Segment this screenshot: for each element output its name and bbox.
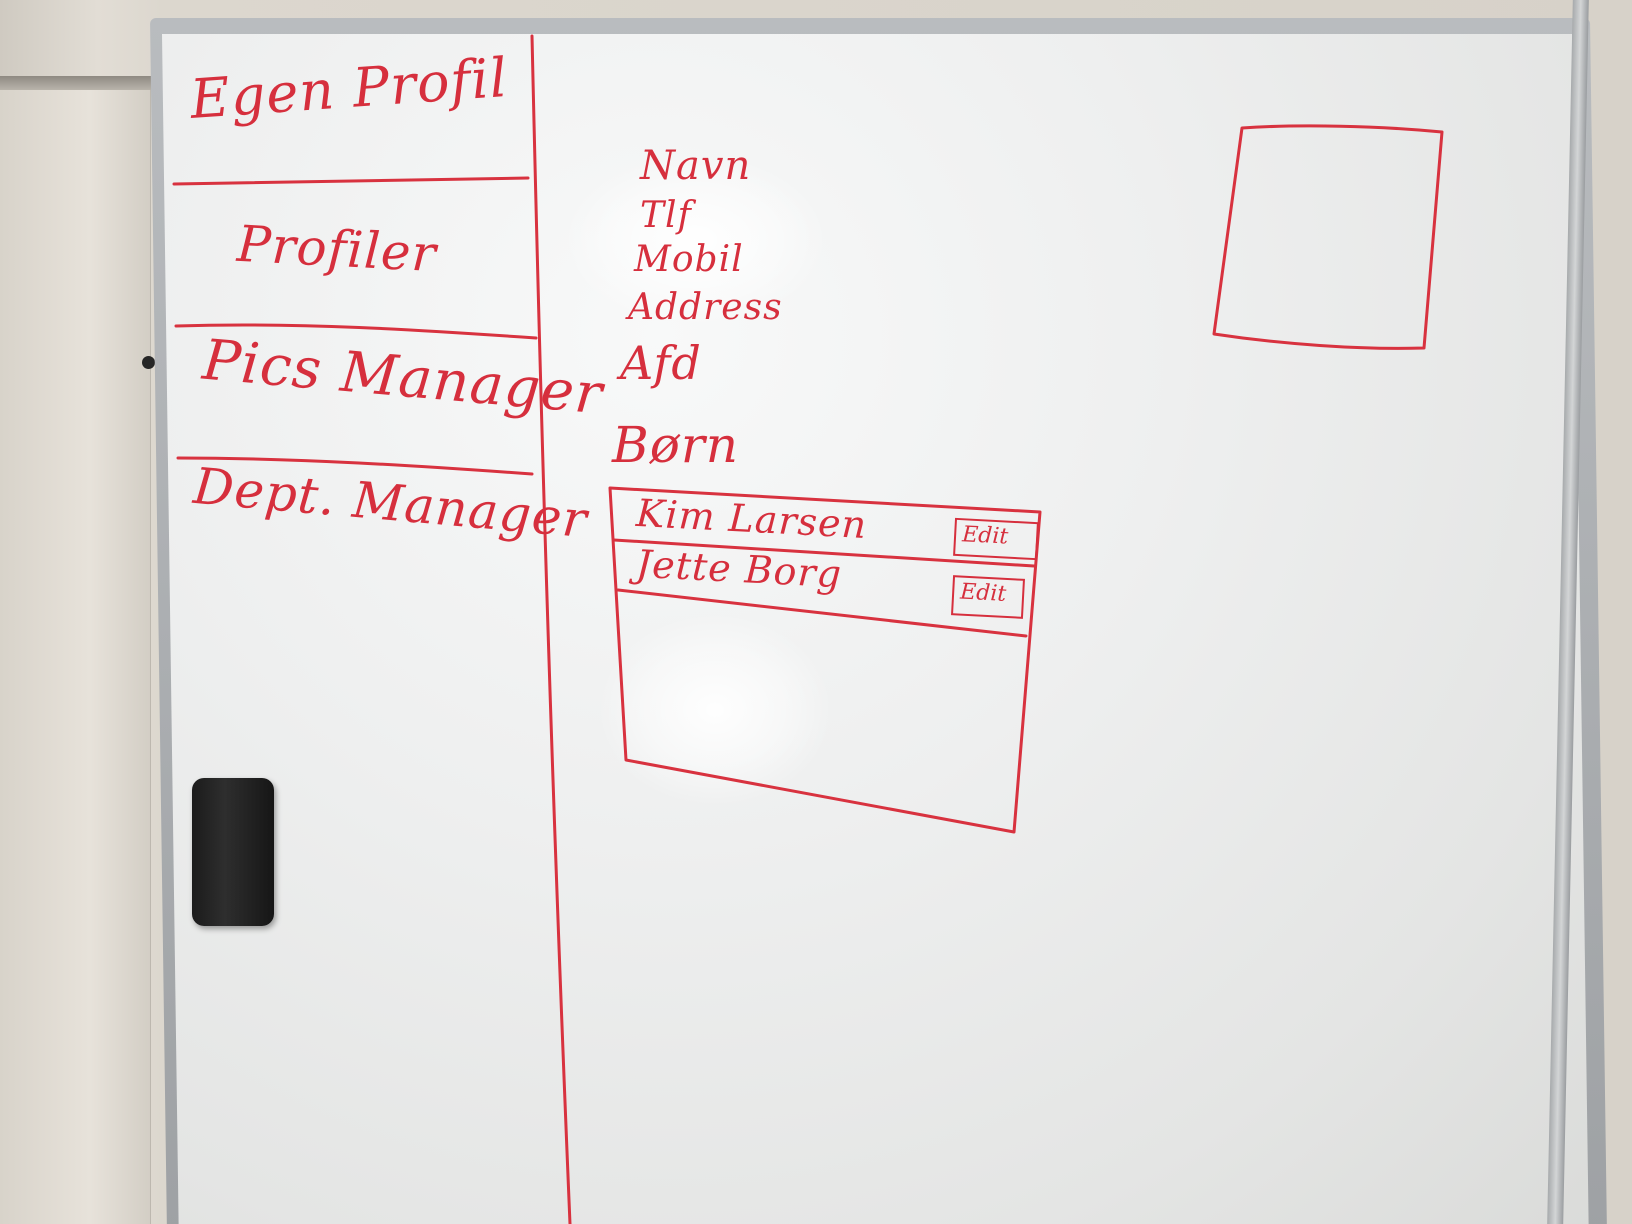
edit-button[interactable]: Edit [951, 575, 1025, 619]
children-heading: Børn [612, 416, 739, 474]
field-label-mobil: Mobil [634, 239, 744, 280]
field-label-afd: Afd [620, 336, 702, 390]
child-name: Jette Borg [634, 541, 844, 597]
whiteboard-photo: Egen Profil Profiler Pics Manager Dept. … [0, 0, 1632, 1224]
nav-item-profiler[interactable]: Profiler [236, 215, 438, 283]
sketch-lines [172, 34, 1444, 1224]
field-label-tlf: Tlf [640, 195, 692, 236]
whiteboard-eraser-magnet [192, 778, 274, 926]
child-name: Kim Larsen [635, 490, 869, 548]
image-placeholder-box [1212, 124, 1444, 350]
edit-button[interactable]: Edit [953, 517, 1039, 561]
sidebar-divider [530, 34, 572, 1224]
field-label-navn: Navn [640, 143, 752, 189]
field-label-address: Address [628, 287, 783, 328]
nav-separator [172, 176, 530, 186]
